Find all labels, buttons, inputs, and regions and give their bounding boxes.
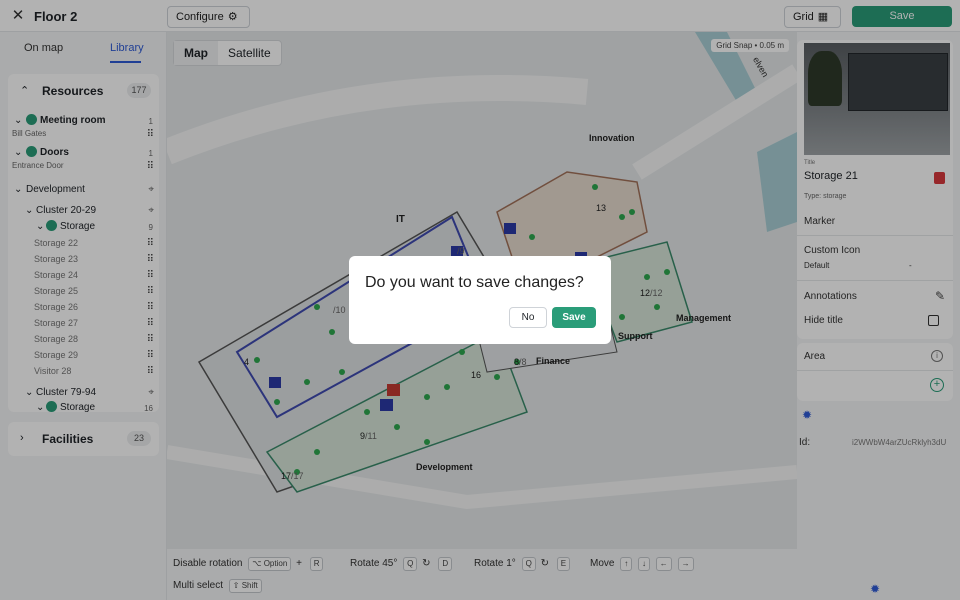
dialog-question: Do you want to save changes? [365,274,584,291]
dialog-no-button[interactable]: No [509,307,547,328]
save-changes-dialog: Do you want to save changes? No Save [349,256,611,344]
dialog-save-button[interactable]: Save [552,307,596,328]
